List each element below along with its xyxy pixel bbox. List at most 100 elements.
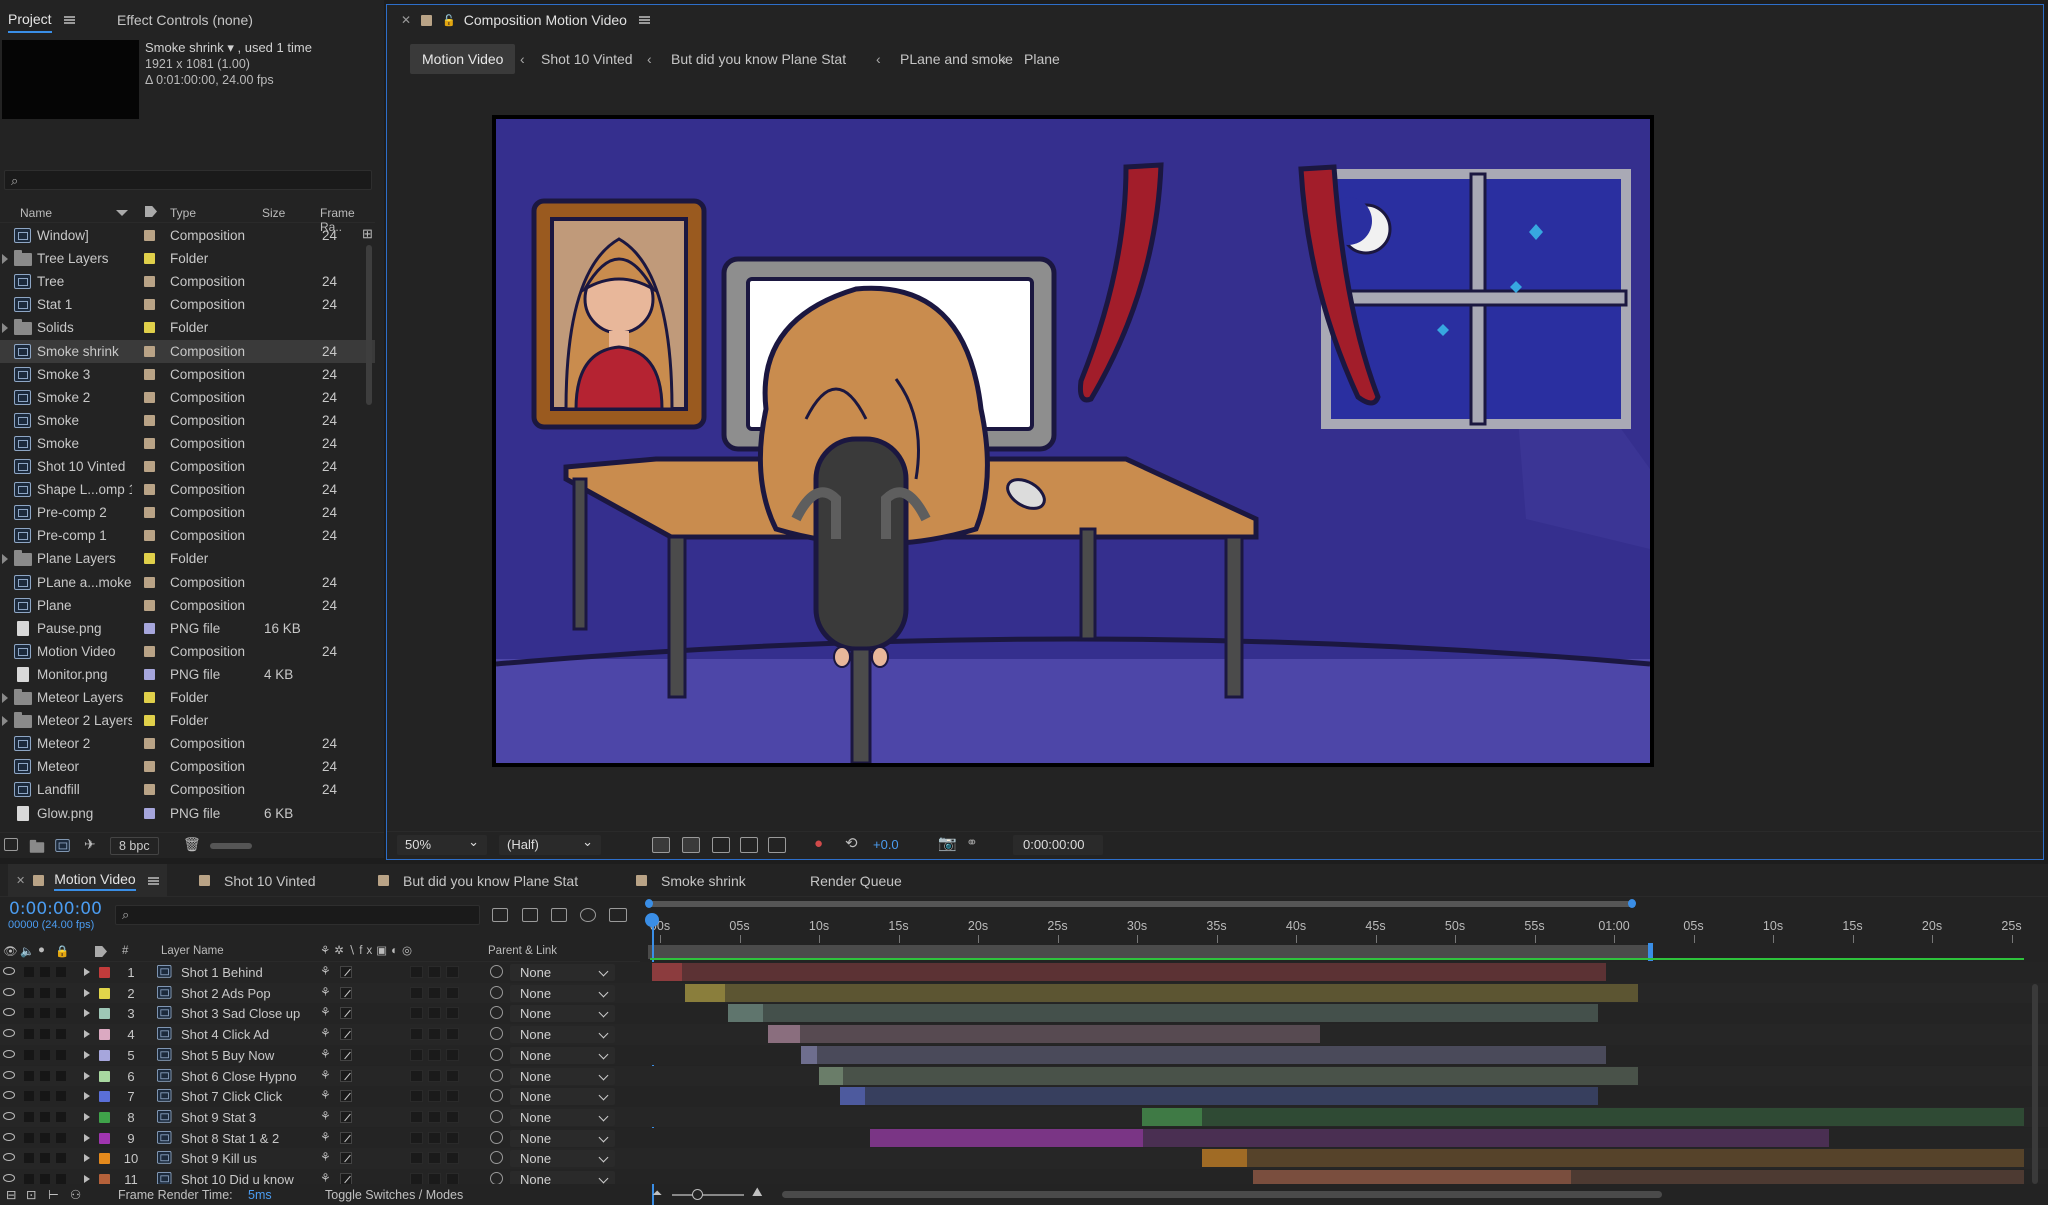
parent-select[interactable]: None — [510, 1150, 615, 1168]
layer-search-input[interactable]: ⌕ — [115, 905, 480, 925]
breadcrumb-item[interactable]: PLane and smoke — [900, 44, 1013, 74]
twirl-arrow-icon[interactable] — [2, 716, 8, 727]
layer-name[interactable]: Shot 5 Buy Now — [181, 1048, 274, 1063]
audio-toggle[interactable] — [24, 1153, 34, 1164]
project-item[interactable]: Motion Video Composition 24 — [0, 640, 375, 663]
flowchart-icon[interactable]: ⊞ — [362, 226, 373, 242]
frame-blending-icon[interactable] — [580, 908, 596, 922]
audio-toggle[interactable] — [24, 1049, 34, 1060]
adjustment-switch[interactable] — [446, 1110, 459, 1123]
layer-row[interactable]: 9 Shot 8 Stat 1 & 2 ⚘ None — [0, 1127, 2048, 1149]
motion-blur-switch[interactable] — [428, 1090, 441, 1103]
trash-icon[interactable]: 🗑 — [183, 836, 201, 853]
layer-row[interactable]: 2 Shot 2 Ads Pop ⚘ None — [0, 982, 2048, 1004]
project-item[interactable]: Shape L...omp 1 Composition 24 — [0, 478, 375, 501]
lock-toggle[interactable] — [56, 1153, 66, 1164]
project-item[interactable]: Tree Layers Folder — [0, 247, 375, 270]
layer-row[interactable]: 4 Shot 4 Click Ad ⚘ None — [0, 1024, 2048, 1045]
layer-row[interactable]: 10 Shot 9 Kill us ⚘ None — [0, 1148, 2048, 1169]
new-composition-icon[interactable] — [55, 839, 70, 852]
effect-switch[interactable] — [410, 986, 423, 999]
layer-duration-bar[interactable] — [1202, 1149, 2024, 1168]
shy-switch-icon[interactable]: ⚘ — [320, 1047, 331, 1061]
adjustment-switch[interactable] — [446, 1069, 459, 1082]
lock-toggle[interactable] — [56, 1174, 66, 1184]
layer-name[interactable]: Shot 4 Click Ad — [181, 1027, 269, 1042]
project-item[interactable]: Meteor Layers Folder — [0, 686, 375, 709]
lock-icon[interactable]: 🔓 — [442, 14, 456, 27]
transparency-grid-icon[interactable] — [682, 837, 700, 853]
adjustment-switch[interactable] — [446, 1152, 459, 1165]
lock-toggle[interactable] — [56, 967, 66, 977]
layer-name[interactable]: Shot 2 Ads Pop — [181, 986, 271, 1001]
twirl-arrow-icon[interactable] — [84, 1175, 90, 1183]
twirl-arrow-icon[interactable] — [84, 1133, 90, 1142]
project-item[interactable]: Plane Layers Folder — [0, 547, 375, 570]
pick-whip-icon[interactable] — [490, 1047, 503, 1061]
label-color[interactable] — [144, 807, 155, 819]
label-color[interactable] — [144, 599, 155, 611]
audio-toggle[interactable] — [24, 1174, 34, 1184]
label-color[interactable] — [144, 692, 155, 703]
pick-whip-icon[interactable] — [490, 1068, 503, 1082]
visibility-eye-icon[interactable] — [3, 1008, 15, 1017]
timeline-scrollbar[interactable] — [2032, 984, 2038, 1184]
label-color[interactable] — [144, 645, 155, 657]
layer-duration-bar[interactable] — [818, 1066, 1638, 1085]
project-item[interactable]: Plane Composition 24 — [0, 594, 375, 617]
parent-select[interactable]: None — [510, 984, 615, 1002]
label-color[interactable] — [99, 967, 110, 978]
visibility-eye-icon[interactable] — [3, 1132, 15, 1141]
motion-blur-switch[interactable] — [428, 1152, 441, 1165]
exposure-value[interactable]: +0.0 — [873, 837, 899, 852]
work-area-end-handle[interactable] — [1628, 899, 1636, 908]
panel-menu-icon[interactable] — [63, 16, 75, 24]
shy-switch-icon[interactable]: ⚘ — [320, 1088, 331, 1102]
column-layer-name[interactable]: Layer Name — [161, 945, 224, 957]
label-color[interactable] — [144, 345, 155, 357]
parent-select[interactable]: None — [510, 1108, 615, 1126]
tab-render-queue[interactable]: Render Queue — [810, 864, 902, 897]
project-item[interactable]: Smoke Composition 24 — [0, 409, 375, 432]
project-item[interactable]: Smoke 3 Composition 24 — [0, 363, 375, 386]
project-item[interactable]: Tree Composition 24 — [0, 270, 375, 293]
quality-switch[interactable] — [340, 1090, 352, 1103]
tab-project[interactable]: Project — [8, 0, 75, 40]
label-color[interactable] — [99, 1111, 110, 1123]
label-color[interactable] — [144, 368, 155, 380]
adjustment-switch[interactable] — [446, 1048, 459, 1061]
label-color[interactable] — [99, 1132, 110, 1144]
time-ruler[interactable]: 00s 05s 10s 15s 20s 25s 30s 35s 40s 45s 50s 55s 01:0… — [645, 899, 2028, 961]
audio-toggle[interactable] — [24, 1091, 34, 1102]
motion-blur-switch[interactable] — [428, 1028, 441, 1041]
project-item[interactable]: Pause.png PNG file 16 KB — [0, 617, 375, 640]
label-color[interactable] — [144, 414, 155, 426]
project-item[interactable]: Glow.png PNG file 6 KB — [0, 802, 375, 825]
layer-row[interactable]: 11 Shot 10 Did u know ⚘ None — [0, 1169, 2048, 1184]
effect-switch[interactable] — [410, 1110, 423, 1123]
layer-name[interactable]: Shot 1 Behind — [181, 965, 263, 980]
work-area-start-handle[interactable] — [645, 899, 653, 908]
breadcrumb-active[interactable]: Motion Video — [410, 44, 516, 74]
current-time-display[interactable]: 0:00:00:00 — [9, 899, 102, 919]
label-color[interactable] — [99, 1091, 110, 1103]
bpc-button[interactable]: 8 bpc — [110, 837, 159, 855]
pick-whip-icon[interactable] — [490, 1151, 503, 1165]
project-item[interactable]: Smoke shrink Composition 24 — [0, 339, 375, 363]
adjustment-switch[interactable] — [446, 1131, 459, 1144]
project-item[interactable]: Pre-comp 2 Composition 24 — [0, 501, 375, 524]
label-color[interactable] — [144, 530, 155, 542]
project-item[interactable]: Pre-comp 1 Composition 24 — [0, 524, 375, 547]
tab-smoke-shrink[interactable]: Smoke shrink — [636, 864, 746, 897]
mask-visibility-icon[interactable] — [712, 837, 730, 853]
lock-toggle[interactable] — [56, 1111, 66, 1122]
label-color[interactable] — [144, 253, 155, 265]
shy-switch-icon[interactable]: ⚘ — [320, 1026, 331, 1040]
effect-switch[interactable] — [410, 1173, 423, 1184]
shy-switch-icon[interactable]: ⚘ — [320, 985, 331, 999]
label-color[interactable] — [144, 276, 155, 288]
label-color[interactable] — [144, 230, 155, 241]
layer-name[interactable]: Shot 10 Did u know — [181, 1172, 294, 1184]
adjustment-switch[interactable] — [446, 986, 459, 999]
layer-duration-bar[interactable] — [768, 1025, 1320, 1044]
